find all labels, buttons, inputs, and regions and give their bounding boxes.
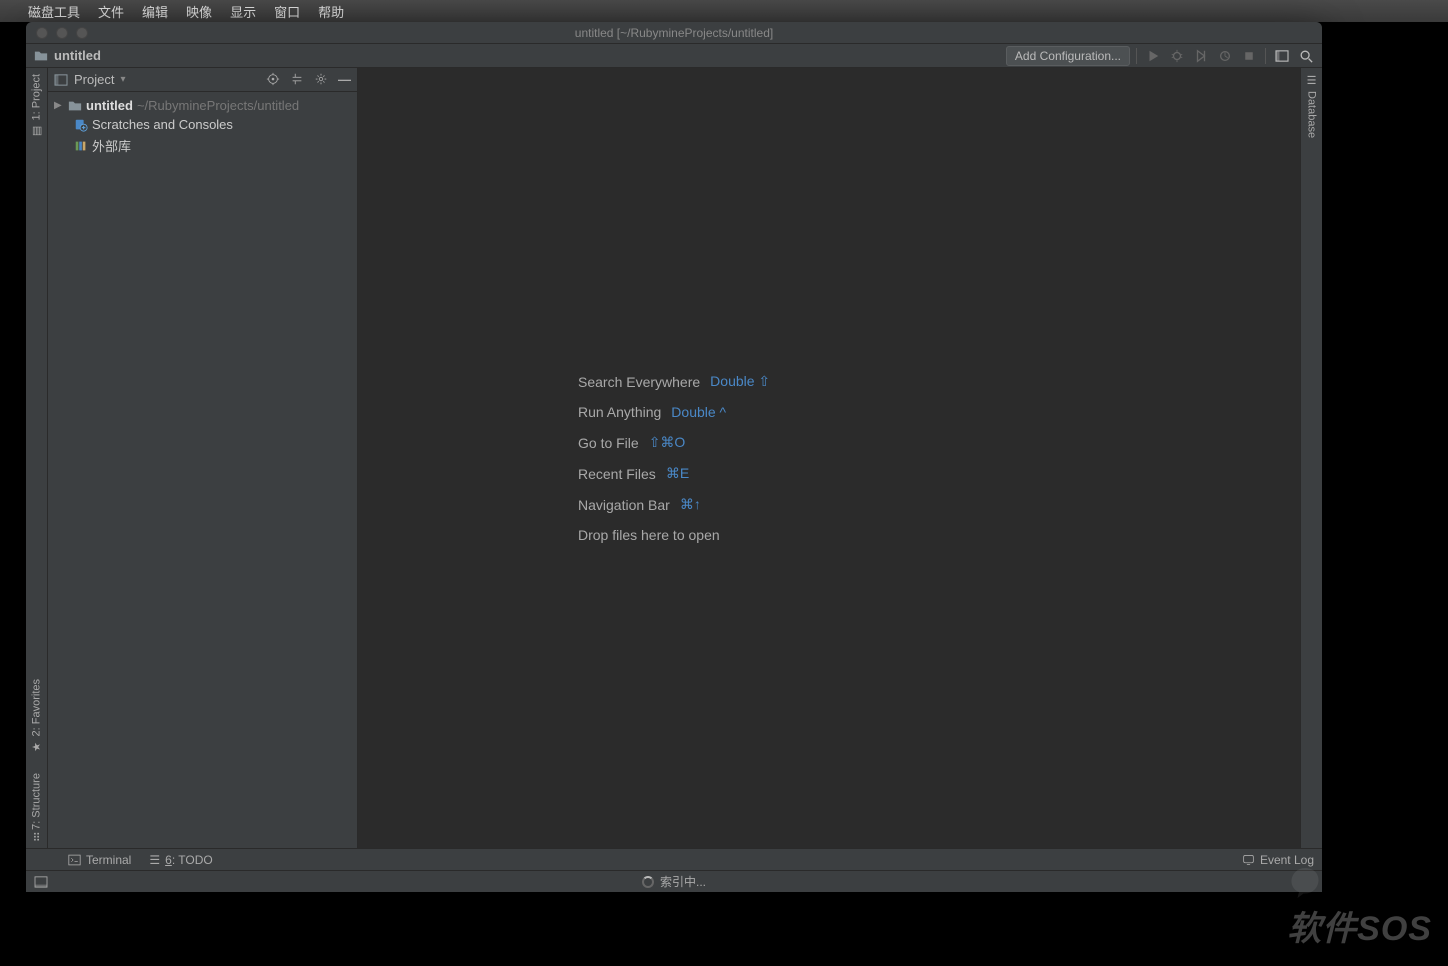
editor-area[interactable]: Search EverywhereDouble ⇧ Run AnythingDo… — [358, 68, 1300, 848]
menu-item[interactable]: 显示 — [230, 2, 256, 21]
run-icon[interactable] — [1143, 46, 1163, 66]
hide-panel-icon[interactable]: — — [338, 72, 351, 87]
minimize-window-button[interactable] — [56, 27, 68, 39]
terminal-icon — [68, 854, 81, 866]
debug-icon[interactable] — [1167, 46, 1187, 66]
right-tool-gutter: ☰ Database — [1300, 68, 1322, 848]
window-title: untitled [~/RubymineProjects/untitled] — [26, 26, 1322, 40]
menu-item[interactable]: 帮助 — [318, 2, 344, 21]
navigation-toolbar: untitled Add Configuration... — [26, 44, 1322, 68]
library-icon — [74, 139, 88, 153]
coverage-icon[interactable] — [1191, 46, 1211, 66]
maximize-window-button[interactable] — [76, 27, 88, 39]
hint-search-everywhere: Search EverywhereDouble ⇧ — [578, 373, 770, 390]
profile-icon[interactable] — [1215, 46, 1235, 66]
project-tree[interactable]: ▶ untitled ~/RubymineProjects/untitled S… — [48, 92, 357, 161]
folder-icon: ▤ — [30, 124, 43, 137]
event-log-icon — [1242, 853, 1255, 866]
menu-item[interactable]: 映像 — [186, 2, 212, 21]
breadcrumb-item[interactable]: untitled — [54, 48, 101, 63]
hint-recent-files: Recent Files⌘E — [578, 465, 770, 482]
expand-all-icon[interactable] — [290, 72, 304, 87]
project-tool-tab[interactable]: ▤ 1: Project — [30, 74, 43, 137]
terminal-tool-tab[interactable]: Terminal — [68, 853, 131, 867]
folder-icon — [34, 49, 48, 63]
titlebar: untitled [~/RubymineProjects/untitled] — [26, 22, 1322, 44]
favorites-tool-tab[interactable]: ★ 2: Favorites — [30, 679, 43, 753]
hint-run-anything: Run AnythingDouble ^ — [578, 404, 770, 420]
layout-icon[interactable] — [1272, 46, 1292, 66]
empty-editor-hints: Search EverywhereDouble ⇧ Run AnythingDo… — [578, 373, 770, 543]
ide-window: untitled [~/RubymineProjects/untitled] u… — [26, 22, 1322, 892]
project-name: untitled — [86, 98, 133, 113]
add-configuration-button[interactable]: Add Configuration... — [1006, 46, 1130, 66]
hint-go-to-file: Go to File⇧⌘O — [578, 434, 770, 451]
menu-item[interactable]: 文件 — [98, 2, 124, 21]
macos-menubar: 磁盘工具 文件 编辑 映像 显示 窗口 帮助 — [0, 0, 1448, 22]
status-bar: 索引中... — [26, 870, 1322, 892]
search-icon[interactable] — [1296, 46, 1316, 66]
project-panel: Project ▾ — ▶ untitled ~/RubymineProject… — [48, 68, 358, 848]
spinner-icon — [642, 876, 654, 888]
folder-icon — [68, 99, 82, 113]
structure-tool-tab[interactable]: ⠿ 7: Structure — [30, 773, 43, 842]
todo-tool-tab[interactable]: ☰ 6: TODO — [149, 853, 212, 867]
scratches-icon — [74, 118, 88, 132]
chevron-down-icon[interactable]: ▾ — [120, 74, 125, 85]
left-tool-gutter: ▤ 1: Project ★ 2: Favorites ⠿ 7: Structu… — [26, 68, 48, 848]
tool-window-bar: Terminal ☰ 6: TODO Event Log — [26, 848, 1322, 870]
chevron-right-icon[interactable]: ▶ — [54, 100, 64, 111]
menu-item[interactable]: 磁盘工具 — [28, 2, 80, 21]
hint-navigation-bar: Navigation Bar⌘↑ — [578, 496, 770, 513]
stop-icon[interactable] — [1239, 46, 1259, 66]
tree-item-label: 外部库 — [92, 136, 131, 155]
project-view-icon — [54, 74, 68, 86]
database-icon: ☰ — [1305, 74, 1318, 87]
structure-icon: ⠿ — [32, 831, 40, 844]
tree-external-libs-node[interactable]: 外部库 — [48, 134, 357, 157]
database-tool-tab[interactable]: ☰ Database — [1305, 74, 1318, 138]
tree-item-label: Scratches and Consoles — [92, 117, 233, 132]
gear-icon[interactable] — [314, 72, 328, 87]
tree-scratches-node[interactable]: Scratches and Consoles — [48, 115, 357, 134]
hint-drop-files: Drop files here to open — [578, 527, 770, 543]
list-icon: ☰ — [149, 853, 160, 867]
project-path: ~/RubymineProjects/untitled — [137, 98, 299, 113]
locate-icon[interactable] — [266, 72, 280, 87]
menu-item[interactable]: 编辑 — [142, 2, 168, 21]
close-window-button[interactable] — [36, 27, 48, 39]
tree-root-node[interactable]: ▶ untitled ~/RubymineProjects/untitled — [48, 96, 357, 115]
project-panel-title[interactable]: Project — [74, 72, 114, 87]
menu-item[interactable]: 窗口 — [274, 2, 300, 21]
indexing-status: 索引中... — [660, 873, 706, 890]
star-icon: ★ — [30, 740, 43, 753]
event-log-tab[interactable]: Event Log — [1242, 853, 1314, 867]
